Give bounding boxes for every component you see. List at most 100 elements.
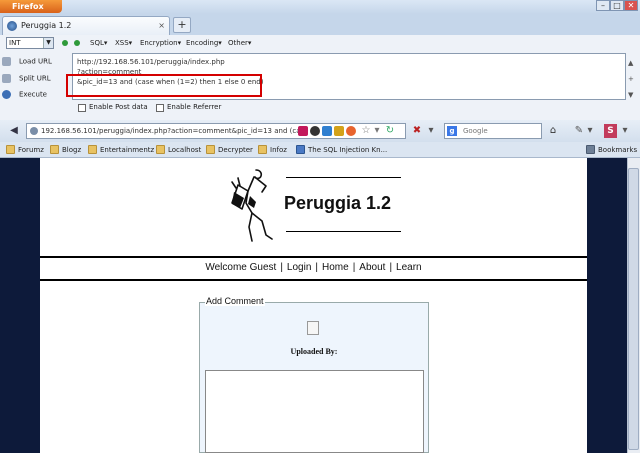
nav-link-about[interactable]: About xyxy=(357,262,387,273)
execute-label: Execute xyxy=(19,90,47,99)
hackbar-menu-encryption[interactable]: Encryption▾ xyxy=(140,38,181,48)
title-rule-bottom xyxy=(286,231,401,232)
page-icon xyxy=(296,145,305,154)
scrollbar-thumb[interactable] xyxy=(628,168,639,450)
nav-separator: | xyxy=(280,262,283,273)
favicon-icon xyxy=(7,21,17,31)
google-icon: g xyxy=(447,126,457,136)
split-url-icon xyxy=(2,74,11,83)
bookmark-localhost[interactable]: Localhost xyxy=(156,144,201,156)
enable-referrer-checkbox[interactable] xyxy=(156,104,164,112)
folder-icon xyxy=(50,145,59,154)
hackbar-menu-sql[interactable]: SQL▾ xyxy=(90,38,107,48)
url-line-1: http://192.168.56.101/peruggia/index.php xyxy=(77,58,225,66)
site-title: Peruggia 1.2 xyxy=(284,193,392,213)
bookmark-label: Decrypter xyxy=(218,146,253,154)
bookmark-entertainmentz[interactable]: Entertainmentz xyxy=(88,144,154,156)
nav-separator: | xyxy=(315,262,318,273)
folder-icon xyxy=(88,145,97,154)
new-tab-button[interactable]: + xyxy=(173,17,191,33)
hackbar-menu-encoding[interactable]: Encoding▾ xyxy=(186,38,222,48)
home-icon[interactable]: ⌂ xyxy=(546,122,560,140)
decrease-icon[interactable] xyxy=(62,40,68,46)
tools-icon[interactable]: ✎ xyxy=(572,122,586,140)
search-input[interactable]: g Google xyxy=(444,123,542,139)
search-placeholder: Google xyxy=(463,127,488,135)
bookmark-label: Infoz xyxy=(270,146,287,154)
enable-post-checkbox[interactable] xyxy=(78,104,86,112)
bookmark-sql-injection[interactable]: The SQL Injection Kn... xyxy=(296,144,387,156)
hackbar-menu-xss[interactable]: XSS▾ xyxy=(115,38,132,48)
increase-icon[interactable] xyxy=(74,40,80,46)
bookmark-label: The SQL Injection Kn... xyxy=(308,146,388,154)
tools-dropdown-icon[interactable]: ▾ xyxy=(586,122,594,140)
close-window-button[interactable]: ✕ xyxy=(624,0,638,11)
addon-icon-blue[interactable] xyxy=(322,126,332,136)
title-rule-top xyxy=(286,177,401,178)
load-url-button[interactable]: Load URL xyxy=(2,57,52,66)
load-url-icon xyxy=(2,57,11,66)
addon-icon-yellow[interactable] xyxy=(334,126,344,136)
firefox-menu-button[interactable]: Firefox xyxy=(0,0,62,13)
tab-peruggia[interactable]: Peruggia 1.2 × xyxy=(2,16,170,35)
history-dropdown-icon[interactable]: ▾ xyxy=(426,122,436,140)
bookmark-forumz[interactable]: Forumz xyxy=(6,144,44,156)
folder-icon xyxy=(156,145,165,154)
broken-image-icon xyxy=(307,321,319,335)
hackbar-scroll-arrows[interactable]: ▲ + ▼ xyxy=(628,55,634,103)
add-comment-legend: Add Comment xyxy=(205,296,265,306)
bookmark-label: Blogz xyxy=(62,146,82,154)
addon-dropdown-icon[interactable]: ▾ xyxy=(620,122,630,140)
star-icon[interactable]: ☆ xyxy=(360,122,372,140)
split-url-label: Split URL xyxy=(19,74,51,83)
uploaded-by-label: Uploaded By: xyxy=(290,347,338,356)
address-bar-url: 192.168.56.101/peruggia/index.php?action… xyxy=(41,127,309,135)
peruggia-logo-figure xyxy=(231,169,273,242)
welcome-text: Welcome Guest xyxy=(205,262,277,273)
hackbar-select-value: INT xyxy=(9,39,21,47)
bookmarks-menu[interactable]: Bookmarks xyxy=(586,144,637,156)
bookmark-label: Localhost xyxy=(168,146,202,154)
globe-icon xyxy=(30,127,38,135)
enable-referrer-label: Enable Referrer xyxy=(167,103,222,111)
reload-icon[interactable]: ↻ xyxy=(384,122,396,140)
window-titlebar xyxy=(0,0,640,14)
folder-icon xyxy=(6,145,15,154)
enable-post-label: Enable Post data xyxy=(89,103,148,111)
close-tab-icon[interactable]: × xyxy=(158,17,165,34)
feather-icon[interactable] xyxy=(298,126,308,136)
bookmark-label: Forumz xyxy=(18,146,44,154)
folder-icon xyxy=(258,145,267,154)
dropdown-icon[interactable]: ▾ xyxy=(372,122,382,140)
hackbar-menu-other[interactable]: Other▾ xyxy=(228,38,251,48)
execute-button[interactable]: Execute xyxy=(2,90,47,99)
nav-link-learn[interactable]: Learn xyxy=(394,262,424,273)
execute-icon xyxy=(2,90,11,99)
bookmark-label: Entertainmentz xyxy=(100,146,155,154)
split-url-button[interactable]: Split URL xyxy=(2,74,51,83)
nav-link-home[interactable]: Home xyxy=(320,262,351,273)
tab-title: Peruggia 1.2 xyxy=(21,21,72,30)
minimize-button[interactable]: – xyxy=(596,0,610,11)
addon-icon-orange[interactable] xyxy=(346,126,356,136)
site-nav-links: Welcome Guest | Login | Home | About | Learn xyxy=(40,262,587,273)
page-right-border xyxy=(587,158,627,453)
bookmark-blogz[interactable]: Blogz xyxy=(50,144,81,156)
stop-icon[interactable]: ✖ xyxy=(410,122,424,140)
page-left-border xyxy=(0,158,40,453)
highlight-box xyxy=(66,74,262,97)
folder-icon xyxy=(206,145,215,154)
load-url-label: Load URL xyxy=(19,57,52,66)
maximize-button[interactable]: □ xyxy=(610,0,624,11)
bookmarks-menu-label: Bookmarks xyxy=(598,146,638,154)
s-addon-icon[interactable]: S xyxy=(604,124,617,138)
hackbar-type-select[interactable]: INT ▼ xyxy=(6,37,54,49)
nav-link-login[interactable]: Login xyxy=(285,262,313,273)
comment-textarea[interactable] xyxy=(205,370,424,453)
bookmarks-icon xyxy=(586,145,595,154)
back-button[interactable]: ◀ xyxy=(4,122,24,140)
addon-icon[interactable] xyxy=(310,126,320,136)
chevron-down-icon: ▼ xyxy=(43,38,53,48)
bookmark-infoz[interactable]: Infoz xyxy=(258,144,287,156)
bookmark-decrypter[interactable]: Decrypter xyxy=(206,144,253,156)
